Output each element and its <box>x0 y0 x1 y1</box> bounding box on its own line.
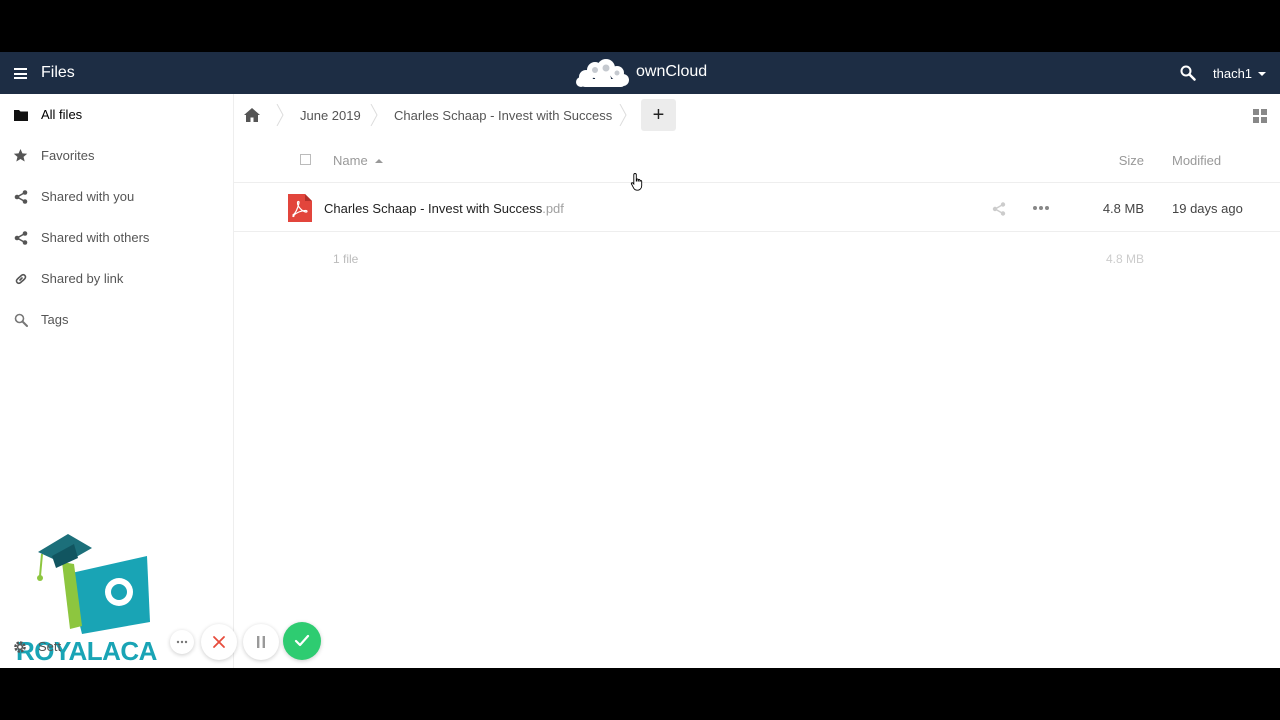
modified-column-header[interactable]: Modified <box>1172 153 1221 168</box>
search-icon[interactable] <box>1180 65 1196 81</box>
sidebar-item-label: Tags <box>41 312 69 327</box>
hand-cursor-icon <box>630 173 643 191</box>
file-list-area: June 2019 Charles Schaap - Invest with S… <box>234 94 1280 668</box>
sidebar-item-favorites[interactable]: Favorites <box>0 135 233 176</box>
select-all-checkbox[interactable] <box>300 154 311 165</box>
sidebar: All files Favorites Shared with you Shar… <box>0 94 234 668</box>
share-icon <box>13 189 28 204</box>
grid-view-icon[interactable] <box>1253 109 1267 123</box>
brand-name: ownCloud <box>636 62 708 80</box>
sort-ascending-icon <box>374 159 383 163</box>
file-size: 4.8 MB <box>1102 201 1144 216</box>
name-column-header[interactable]: Name <box>333 153 383 168</box>
sidebar-item-label: Shared with others <box>41 230 150 245</box>
top-header: Files ownCloud thach1 <box>0 52 1280 94</box>
file-modified: 19 days ago <box>1172 201 1243 216</box>
sidebar-item-shared-by-link[interactable]: Shared by link <box>0 258 233 299</box>
file-extension: .pdf <box>542 201 564 216</box>
settings-label: Sett <box>38 639 62 654</box>
pdf-icon <box>288 194 312 222</box>
file-name[interactable]: Charles Schaap - Invest with Success.pdf <box>324 201 564 216</box>
star-icon <box>13 148 28 163</box>
gear-icon <box>14 640 26 653</box>
share-action-icon[interactable] <box>992 202 1006 216</box>
close-icon <box>213 636 225 648</box>
file-table-header: Name Size Modified <box>234 138 1280 183</box>
file-basename: Charles Schaap - Invest with Success <box>324 201 543 216</box>
sidebar-item-tags[interactable]: Tags <box>0 299 233 340</box>
more-options-button[interactable] <box>170 630 194 654</box>
summary-total-size: 4.8 MB <box>1105 252 1144 266</box>
sidebar-item-all-files[interactable]: All files <box>0 94 233 135</box>
caret-down-icon <box>1258 71 1267 76</box>
sidebar-item-shared-with-others[interactable]: Shared with others <box>0 217 233 258</box>
summary-file-count: 1 file <box>333 252 359 266</box>
new-button[interactable]: + <box>641 99 676 131</box>
app-name[interactable]: Files <box>41 64 75 82</box>
checkmark-icon <box>294 634 310 647</box>
share-icon <box>13 230 28 245</box>
tag-search-icon <box>13 312 28 327</box>
ellipsis-icon <box>176 640 188 644</box>
more-actions-icon[interactable] <box>1033 206 1049 212</box>
name-header-label: Name <box>333 153 368 168</box>
confirm-button[interactable] <box>283 622 321 660</box>
home-icon[interactable] <box>244 108 260 122</box>
owncloud-logo[interactable]: ownCloud <box>573 57 707 89</box>
username: thach1 <box>1213 66 1253 81</box>
breadcrumb-june-2019[interactable]: June 2019 <box>300 108 361 123</box>
settings-button[interactable]: Sett <box>13 639 61 654</box>
graduation-logo-icon <box>37 534 150 634</box>
sidebar-item-label: Favorites <box>41 148 95 163</box>
cancel-button[interactable] <box>201 624 237 660</box>
hamburger-menu-icon[interactable] <box>14 68 27 79</box>
sidebar-item-label: Shared by link <box>41 271 124 286</box>
pause-icon <box>257 636 265 648</box>
user-menu[interactable]: thach1 <box>1213 66 1267 81</box>
breadcrumb-separator-icon <box>619 104 627 126</box>
link-icon <box>13 271 28 286</box>
sidebar-item-shared-with-you[interactable]: Shared with you <box>0 176 233 217</box>
sidebar-item-label: Shared with you <box>41 189 135 204</box>
sidebar-item-label: All files <box>41 107 83 122</box>
pause-button[interactable] <box>243 624 279 660</box>
breadcrumb-separator-icon <box>276 104 284 126</box>
breadcrumb-current-folder[interactable]: Charles Schaap - Invest with Success <box>394 108 612 123</box>
folder-icon <box>13 107 28 122</box>
cloud-icon <box>576 59 629 87</box>
size-column-header[interactable]: Size <box>1119 153 1144 168</box>
table-row[interactable]: Charles Schaap - Invest with Success.pdf… <box>234 184 1280 232</box>
owncloud-window: Files ownCloud thach1 All files Favorite… <box>0 52 1280 668</box>
breadcrumb-separator-icon <box>370 104 378 126</box>
